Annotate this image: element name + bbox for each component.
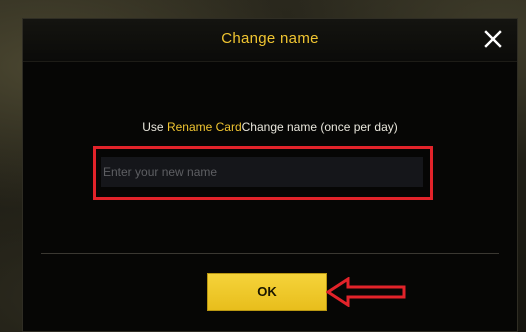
dialog-title: Change name (221, 30, 319, 47)
divider (41, 253, 499, 254)
rename-card-label: Rename Card (166, 120, 242, 134)
dialog-title-bar: Change name (23, 19, 517, 62)
close-button[interactable] (481, 27, 505, 51)
new-name-input[interactable] (101, 157, 423, 187)
close-icon (484, 30, 502, 48)
instruction-suffix: Change name (once per day) (241, 120, 398, 134)
game-background: Change name Use Rename CardChange name (… (0, 0, 526, 332)
instruction-text: Use Rename CardChange name (once per day… (23, 120, 517, 134)
change-name-dialog: Change name Use Rename CardChange name (… (22, 18, 518, 332)
left-arrow-icon (326, 277, 408, 307)
instruction-prefix: Use (142, 120, 167, 134)
ok-button[interactable]: OK (207, 273, 327, 311)
